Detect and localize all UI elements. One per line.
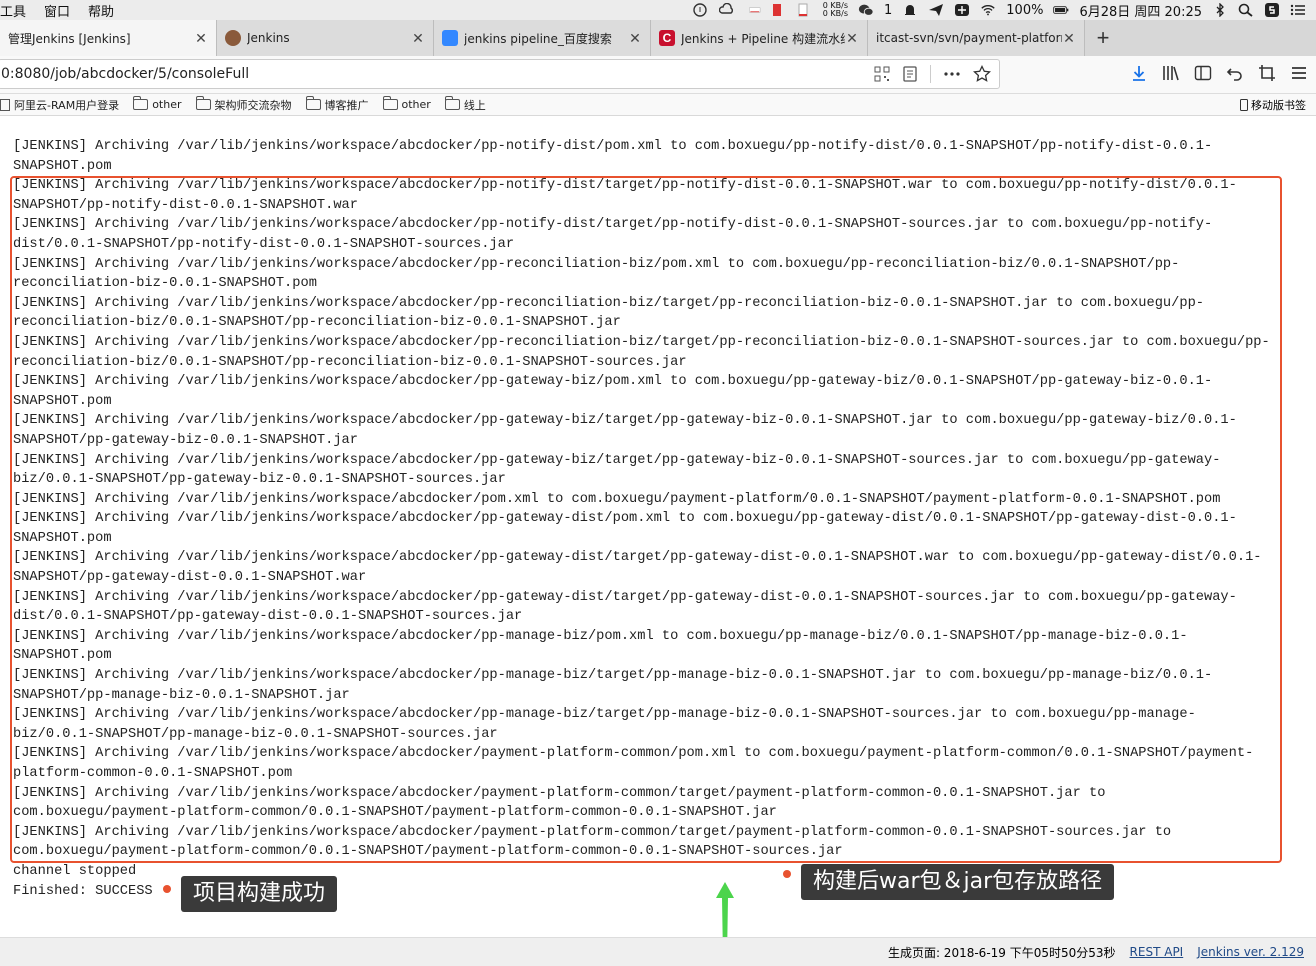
sogou-icon[interactable] bbox=[1264, 3, 1280, 17]
navigation-bar: 0:8080/job/abcdocker/5/consoleFull bbox=[0, 56, 1316, 94]
input-method-icon[interactable] bbox=[954, 3, 970, 17]
folder-icon bbox=[305, 96, 321, 110]
status-area: 0 KB/s 0 KB/s 1 100% 6月28日 周四 20:25 bbox=[693, 0, 1306, 20]
hamburger-menu-icon[interactable] bbox=[1290, 64, 1308, 82]
tab-bar: 管理Jenkins [Jenkins] ✕ Jenkins ✕ jenkins … bbox=[0, 20, 1316, 56]
console-line: Finished: SUCCESS bbox=[13, 883, 153, 899]
page-footer: 生成页面: 2018-6-19 下午05时50分53秒 REST API Jen… bbox=[0, 937, 1316, 966]
annotation-artifact-path: 构建后war包＆jar包存放路径 bbox=[801, 864, 1115, 900]
bookmark-star-icon[interactable] bbox=[973, 65, 991, 83]
network-speed: 0 KB/s 0 KB/s bbox=[823, 2, 848, 18]
close-icon[interactable]: ✕ bbox=[1062, 31, 1076, 45]
bell-icon[interactable] bbox=[902, 3, 918, 17]
cpu-meter-icon bbox=[748, 7, 761, 13]
wechat-icon[interactable] bbox=[858, 3, 874, 17]
console-line: [JENKINS] Archiving /var/lib/jenkins/wor… bbox=[13, 139, 1213, 154]
mobile-bookmarks-label: 移动版书签 bbox=[1251, 99, 1306, 112]
address-bar-actions bbox=[874, 65, 999, 83]
net-down-speed: 0 KB/s bbox=[822, 9, 848, 18]
more-actions-icon[interactable] bbox=[943, 66, 961, 82]
bookmark-label: 架构师交流杂物 bbox=[214, 98, 292, 112]
bookmark-folder-online[interactable]: 线上 bbox=[444, 96, 486, 113]
jenkins-favicon-icon bbox=[225, 30, 241, 46]
reader-view-icon[interactable] bbox=[902, 66, 918, 82]
phone-icon bbox=[1240, 99, 1248, 111]
close-icon[interactable]: ✕ bbox=[194, 31, 208, 45]
clock[interactable]: 6月28日 周四 20:25 bbox=[1079, 1, 1202, 20]
bookmark-label: 阿里云-RAM用户登录 bbox=[14, 98, 120, 112]
bluetooth-icon[interactable] bbox=[1212, 3, 1228, 17]
console-line: SNAPSHOT.pom bbox=[13, 158, 112, 174]
annotation-dot-success bbox=[163, 885, 171, 893]
tab-title: 管理Jenkins [Jenkins] bbox=[8, 31, 131, 46]
folder-icon bbox=[382, 96, 398, 110]
jenkins-version-link[interactable]: Jenkins ver. 2.129 bbox=[1197, 945, 1304, 959]
tab-pipeline-article[interactable]: C Jenkins + Pipeline 构建流水线发 ✕ bbox=[651, 20, 868, 56]
download-icon[interactable] bbox=[1130, 64, 1148, 82]
bookmark-label: other bbox=[401, 98, 431, 111]
url-text[interactable]: 0:8080/job/abcdocker/5/consoleFull bbox=[1, 66, 874, 82]
screenshot-crop-icon[interactable] bbox=[1258, 64, 1276, 82]
csdn-favicon-icon: C bbox=[659, 30, 675, 46]
close-icon[interactable]: ✕ bbox=[845, 31, 859, 45]
app-menu: 工具 窗口 帮助 bbox=[0, 1, 114, 20]
annotation-build-success: 项目构建成功 bbox=[181, 876, 338, 912]
divider bbox=[930, 65, 931, 83]
mobile-bookmarks[interactable]: 移动版书签 bbox=[1240, 97, 1306, 113]
memory-meter-icon bbox=[772, 4, 781, 16]
library-icon[interactable] bbox=[1162, 64, 1180, 82]
menu-window[interactable]: 窗口 bbox=[44, 1, 70, 20]
bookmark-folder-architect[interactable]: 架构师交流杂物 bbox=[195, 96, 292, 113]
qr-code-icon[interactable] bbox=[874, 66, 890, 82]
menu-bar: 工具 窗口 帮助 0 KB/s 0 KB/s 1 100% 6月28日 周四 2… bbox=[0, 0, 1316, 20]
folder-icon bbox=[195, 96, 211, 110]
tab-title: Jenkins bbox=[247, 31, 290, 45]
tab-title: Jenkins + Pipeline 构建流水线发 bbox=[681, 31, 845, 46]
battery-icon[interactable] bbox=[1053, 3, 1069, 17]
bookmarks-bar: 阿里云-RAM用户登录 other 架构师交流杂物 博客推广 other 线上 … bbox=[0, 94, 1316, 116]
send-icon[interactable] bbox=[928, 3, 944, 17]
address-bar[interactable]: 0:8080/job/abcdocker/5/consoleFull bbox=[0, 59, 1000, 89]
sidebar-icon[interactable] bbox=[1194, 64, 1212, 82]
disk-meter-icon bbox=[798, 3, 808, 17]
bookmark-label: 线上 bbox=[463, 98, 486, 112]
console-line: channel stopped bbox=[13, 863, 137, 879]
folder-icon bbox=[444, 96, 460, 110]
close-icon[interactable]: ✕ bbox=[628, 31, 642, 45]
console-output-area: [JENKINS] Archiving /var/lib/jenkins/wor… bbox=[0, 137, 1316, 937]
notification-center-icon[interactable] bbox=[1290, 3, 1306, 17]
tab-manage-jenkins[interactable]: 管理Jenkins [Jenkins] ✕ bbox=[0, 20, 217, 56]
menu-help[interactable]: 帮助 bbox=[88, 1, 114, 20]
baidu-favicon-icon bbox=[442, 30, 458, 46]
bookmark-label: other bbox=[152, 98, 182, 111]
annotation-dot-artifacts bbox=[783, 870, 791, 878]
tab-baidu-search[interactable]: jenkins pipeline_百度搜索 ✕ bbox=[434, 20, 651, 56]
tab-jenkins[interactable]: Jenkins ✕ bbox=[217, 20, 434, 56]
bookmark-aliyun-ram[interactable]: 阿里云-RAM用户登录 bbox=[0, 97, 119, 113]
folder-icon bbox=[133, 96, 149, 110]
new-tab-button[interactable]: + bbox=[1085, 20, 1121, 56]
battery-percent: 100% bbox=[1006, 2, 1044, 18]
tab-title: jenkins pipeline_百度搜索 bbox=[464, 31, 612, 46]
spotlight-search-icon[interactable] bbox=[1238, 3, 1254, 17]
bookmark-folder-blog[interactable]: 博客推广 bbox=[305, 96, 369, 113]
bookmark-folder-other-2[interactable]: other bbox=[382, 96, 431, 111]
wechat-count: 1 bbox=[884, 2, 893, 18]
page-generated-time: 生成页面: 2018-6-19 下午05时50分53秒 bbox=[887, 945, 1116, 960]
toolbar-icons bbox=[1130, 64, 1308, 82]
bookmark-folder-other[interactable]: other bbox=[133, 96, 182, 111]
menu-tools[interactable]: 工具 bbox=[0, 1, 26, 20]
rest-api-link[interactable]: REST API bbox=[1130, 945, 1184, 959]
bookmark-label: 博客推广 bbox=[324, 98, 369, 112]
tab-title: itcast-svn/svn/payment-platform/c bbox=[876, 31, 1062, 45]
undo-icon[interactable] bbox=[1226, 64, 1244, 82]
tab-svn[interactable]: itcast-svn/svn/payment-platform/c ✕ bbox=[868, 20, 1085, 56]
page-icon bbox=[0, 98, 10, 111]
wifi-icon[interactable] bbox=[980, 3, 996, 17]
creative-cloud-icon[interactable] bbox=[718, 3, 735, 17]
close-icon[interactable]: ✕ bbox=[411, 31, 425, 45]
highlight-box bbox=[10, 176, 1282, 863]
music-note-icon[interactable] bbox=[693, 3, 709, 17]
